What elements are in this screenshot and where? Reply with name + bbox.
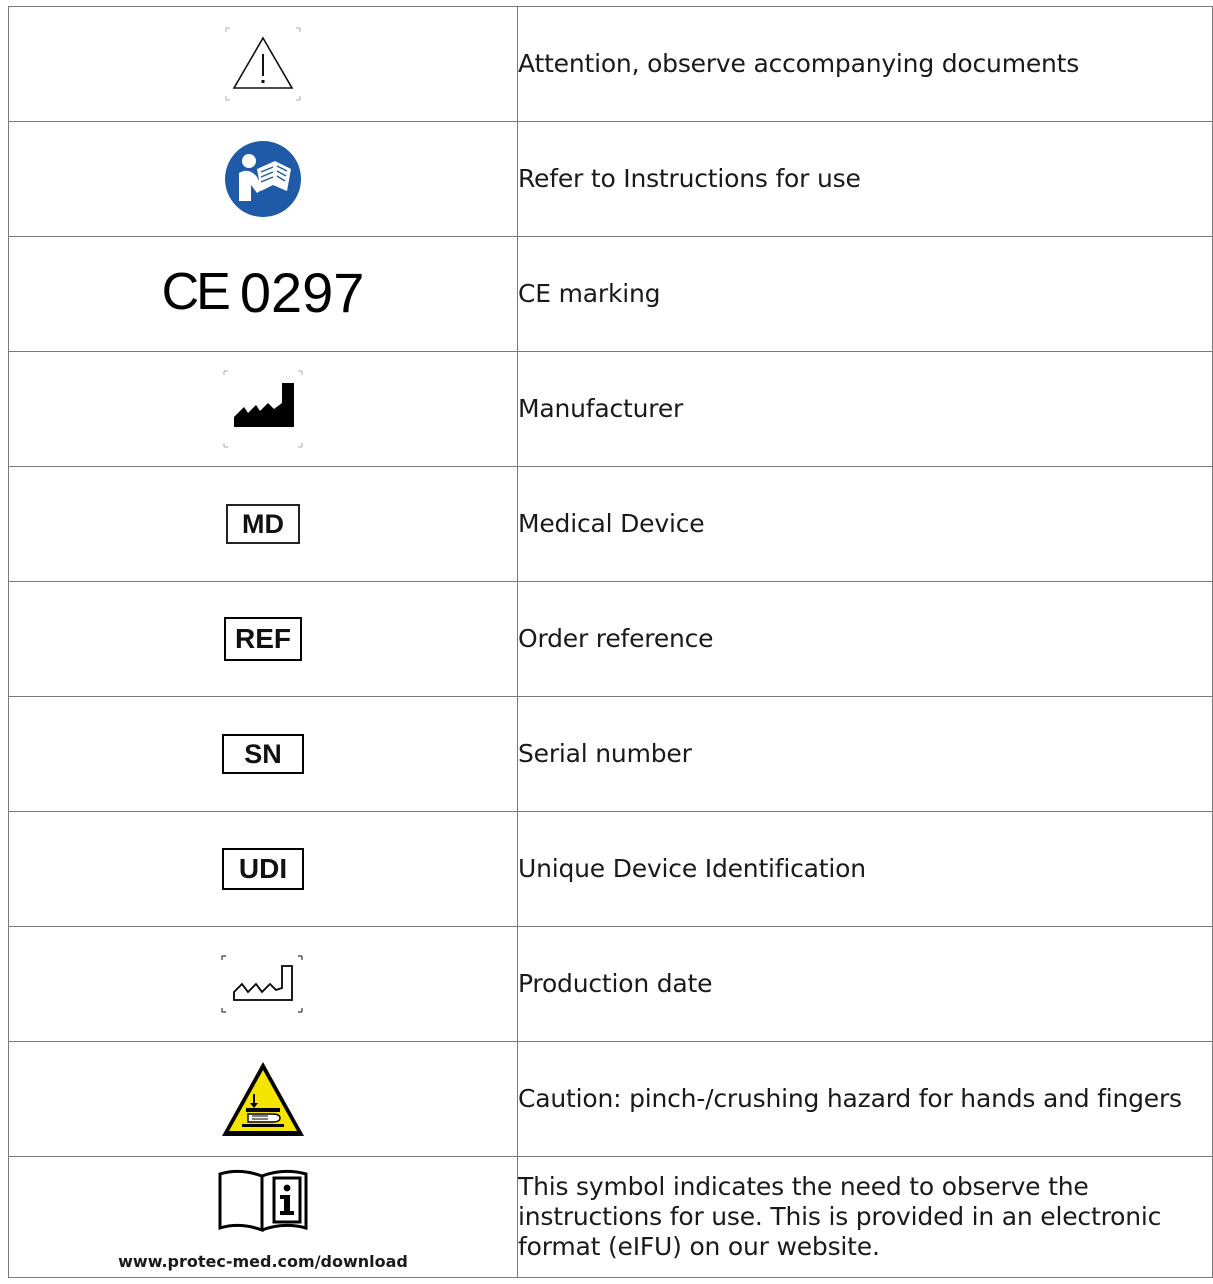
- udi-symbol: UDI: [222, 848, 304, 890]
- symbol-cell: SN: [8, 696, 518, 812]
- symbol-cell: CE 0297: [8, 236, 518, 352]
- symbol-cell: www.protec-med.com/download: [8, 1156, 518, 1278]
- table-row: SN Serial number: [8, 696, 1213, 812]
- manufacturer-factory-icon: [223, 370, 303, 448]
- symbol-cell: UDI: [8, 811, 518, 927]
- description-cell: Caution: pinch-/crushing hazard for hand…: [517, 1041, 1213, 1157]
- description-cell: This symbol indicates the need to observ…: [517, 1156, 1213, 1278]
- symbol-cell: [8, 351, 518, 467]
- table-row: Refer to Instructions for use: [8, 121, 1213, 237]
- instructions-reader-icon: [225, 141, 301, 217]
- md-symbol: MD: [226, 504, 300, 544]
- description-cell: Medical Device: [517, 466, 1213, 582]
- table-row: Attention, observe accompanying document…: [8, 6, 1213, 122]
- table-row: REF Order reference: [8, 581, 1213, 697]
- symbol-cell: [8, 6, 518, 122]
- symbol-cell: REF: [8, 581, 518, 697]
- symbol-cell: [8, 926, 518, 1042]
- description-cell: Serial number: [517, 696, 1213, 812]
- table-row: CE 0297 CE marking: [8, 236, 1213, 352]
- description-cell: Order reference: [517, 581, 1213, 697]
- description-cell: Unique Device Identification: [517, 811, 1213, 927]
- symbol-cell: MD: [8, 466, 518, 582]
- table-row: MD Medical Device: [8, 466, 1213, 582]
- description-cell: Refer to Instructions for use: [517, 121, 1213, 237]
- table-row: Production date: [8, 926, 1213, 1042]
- table-row: Caution: pinch-/crushing hazard for hand…: [8, 1041, 1213, 1157]
- description-cell: Attention, observe accompanying document…: [517, 6, 1213, 122]
- warning-triangle-icon: [225, 27, 301, 101]
- eifu-download-url[interactable]: www.protec-med.com/download: [118, 1252, 408, 1271]
- production-date-factory-icon: [221, 955, 303, 1013]
- symbols-table: Attention, observe accompanying document…: [8, 6, 1213, 1278]
- description-cell: Production date: [517, 926, 1213, 1042]
- notified-body-number: 0297: [239, 261, 365, 324]
- symbol-cell: [8, 121, 518, 237]
- table-row: Manufacturer: [8, 351, 1213, 467]
- ref-symbol: REF: [224, 617, 302, 661]
- symbol-cell: [8, 1041, 518, 1157]
- ce-mark-letters: CE: [161, 263, 231, 321]
- ce-mark: CE 0297: [161, 263, 365, 323]
- description-cell: Manufacturer: [517, 351, 1213, 467]
- sn-symbol: SN: [222, 734, 304, 774]
- table-row: www.protec-med.com/download This symbol …: [8, 1156, 1213, 1278]
- table-row: UDI Unique Device Identification: [8, 811, 1213, 927]
- description-cell: CE marking: [517, 236, 1213, 352]
- eifu-book-info-icon: [218, 1169, 308, 1232]
- hand-crush-warning-icon: [222, 1062, 304, 1136]
